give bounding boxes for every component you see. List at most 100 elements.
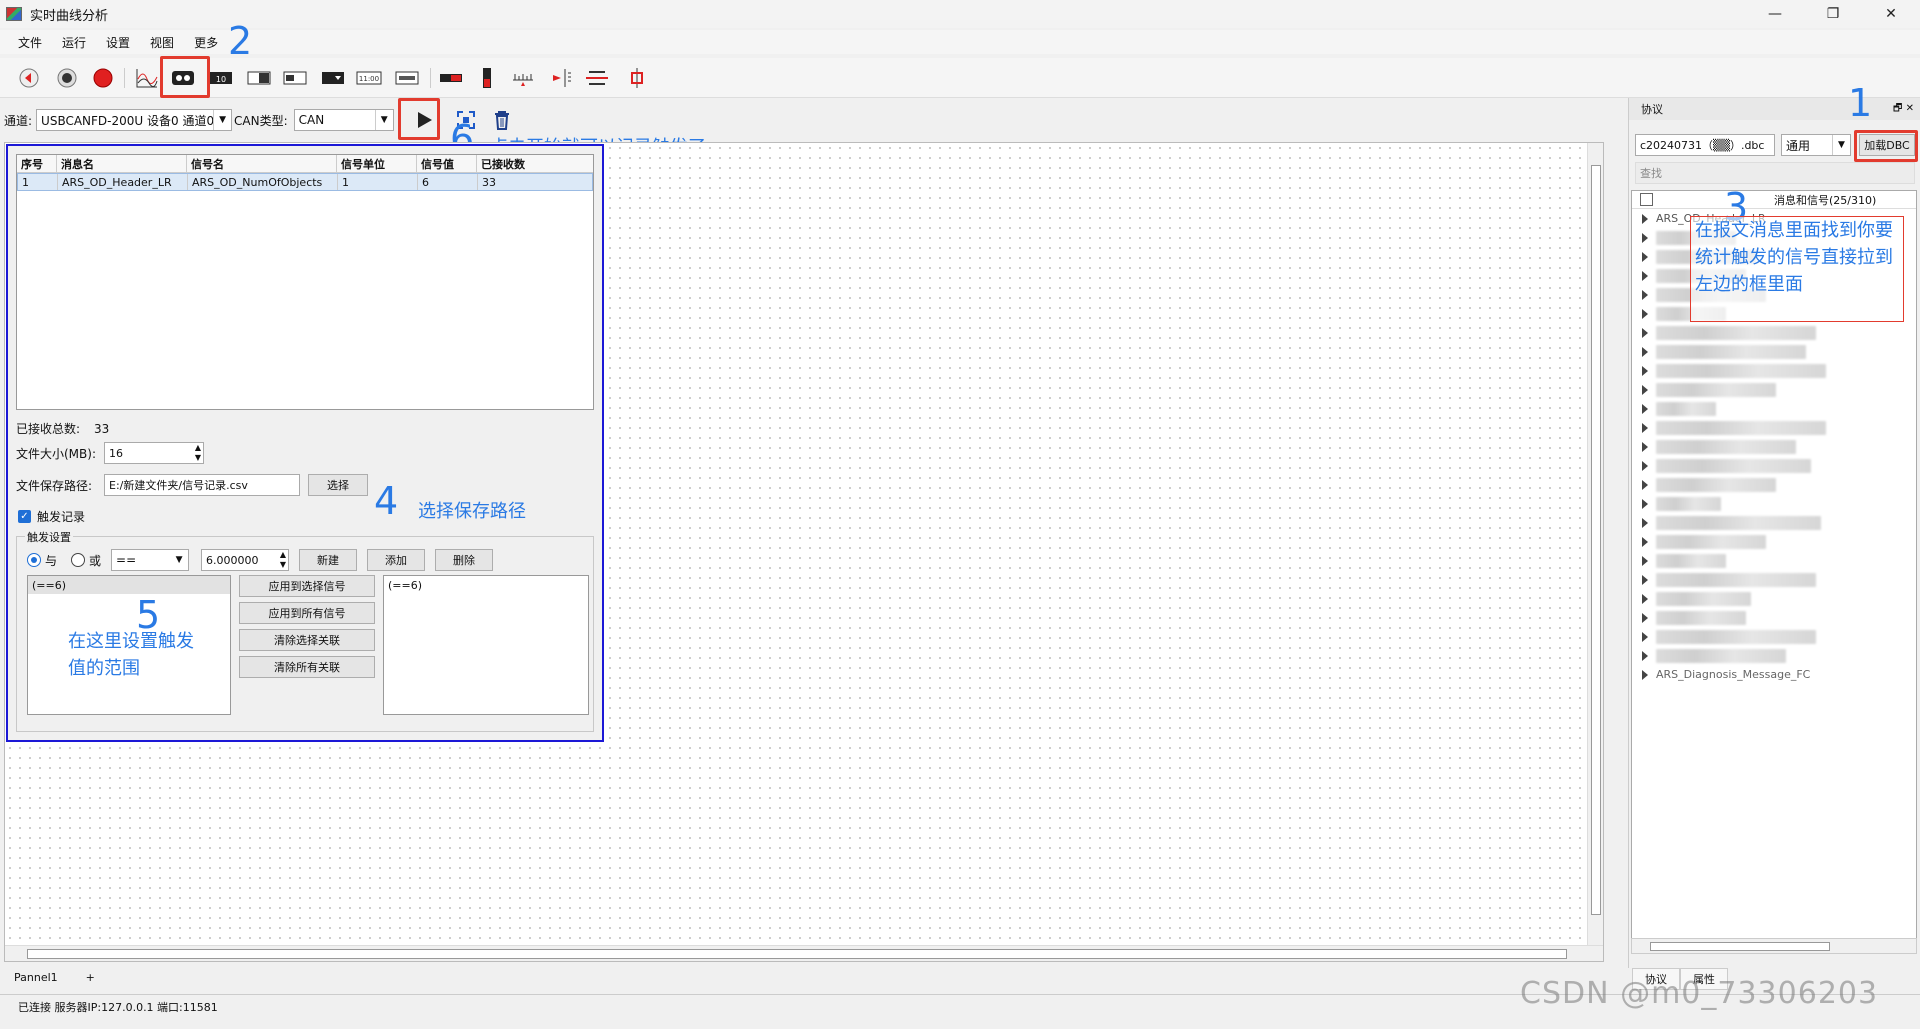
- annotation-number-2: 2: [228, 19, 253, 63]
- search-input[interactable]: 查找: [1635, 162, 1915, 184]
- channel-label: 通道:: [4, 113, 33, 128]
- radio-and[interactable]: [27, 553, 41, 567]
- add-button[interactable]: 添加: [367, 549, 426, 571]
- blurred-name: [1656, 591, 1751, 606]
- blurred-name: [1656, 439, 1796, 454]
- can-type-select[interactable]: CAN ▼: [293, 109, 394, 131]
- channel-value: USBCANFD-200U 设备0 通道0: [41, 113, 215, 128]
- tree-item[interactable]: [1632, 494, 1916, 513]
- blurred-name: [1656, 401, 1716, 416]
- trigger-record-row[interactable]: ✓ 触发记录: [18, 508, 85, 525]
- tree-item[interactable]: [1632, 342, 1916, 361]
- window-controls: — ❐ ✕: [1746, 0, 1920, 28]
- tree-item[interactable]: ARS_Diagnosis_Message_FC: [1632, 665, 1916, 684]
- tree-item[interactable]: [1632, 551, 1916, 570]
- select-all-checkbox[interactable]: [1640, 193, 1653, 206]
- signal-table[interactable]: 序号 消息名 信号名 信号单位 信号值 已接收数 1 ARS_OD_Header…: [16, 154, 594, 410]
- dropdown-icon[interactable]: [320, 66, 346, 90]
- menu-settings[interactable]: 设置: [96, 34, 140, 51]
- plot-horizontal-scrollbar[interactable]: [5, 945, 1603, 961]
- clear-selected-button[interactable]: 清除选择关联: [239, 629, 375, 651]
- bar-v-icon[interactable]: [474, 66, 500, 90]
- checkbox-checked-icon[interactable]: ✓: [18, 510, 31, 523]
- curve-icon[interactable]: [134, 66, 160, 90]
- gauge-icon[interactable]: [394, 66, 420, 90]
- tree-item[interactable]: [1632, 589, 1916, 608]
- tab-pannel1[interactable]: Pannel1: [0, 966, 72, 988]
- expand-icon: [1642, 650, 1648, 661]
- tree-item[interactable]: [1632, 456, 1916, 475]
- cell: ARS_OD_Header_LR: [58, 174, 188, 190]
- ruler-icon[interactable]: [510, 66, 536, 90]
- blurred-name: [1656, 515, 1821, 530]
- back-icon[interactable]: [16, 66, 42, 90]
- col-value: 信号值: [417, 155, 477, 172]
- apply-selected-button[interactable]: 应用到选择信号: [239, 575, 375, 597]
- split-icon[interactable]: [624, 66, 650, 90]
- new-button[interactable]: 新建: [299, 549, 358, 571]
- list-item[interactable]: (==6): [384, 576, 588, 594]
- choose-path-button[interactable]: 选择: [308, 474, 368, 496]
- menu-run[interactable]: 运行: [52, 34, 96, 51]
- can-type-label: CAN类型:: [234, 113, 288, 128]
- restore-button[interactable]: ❐: [1804, 0, 1862, 28]
- blurred-name: [1656, 458, 1811, 473]
- mode-select[interactable]: 通用 ▼: [1781, 134, 1851, 156]
- dbc-file-input[interactable]: c20240731（▒▒）.dbc: [1635, 134, 1775, 156]
- apply-all-button[interactable]: 应用到所有信号: [239, 602, 375, 624]
- menu-file[interactable]: 文件: [8, 34, 52, 51]
- tree-item[interactable]: [1632, 323, 1916, 342]
- threshold-input[interactable]: 6.000000 ▲ ▼: [201, 549, 290, 571]
- table-row[interactable]: 1 ARS_OD_Header_LR ARS_OD_NumOfObjects 1…: [17, 173, 593, 191]
- received-total-value: 33: [94, 421, 110, 436]
- menu-more[interactable]: 更多: [184, 34, 228, 51]
- blurred-name: [1656, 648, 1786, 663]
- plot-vertical-scrollbar[interactable]: [1587, 143, 1603, 961]
- spinner-icon[interactable]: ▲ ▼: [280, 550, 286, 570]
- close-button[interactable]: ✕: [1862, 0, 1920, 28]
- bar-h-icon[interactable]: [438, 66, 464, 90]
- close-panel-icon[interactable]: 🗗 ✕: [1893, 101, 1914, 118]
- expand-icon: [1642, 631, 1648, 642]
- protocol-horizontal-scrollbar[interactable]: [1631, 938, 1917, 954]
- save-path-input[interactable]: E:/新建文件夹/信号记录.csv: [104, 474, 300, 496]
- spinner-icon[interactable]: ▲ ▼: [195, 443, 201, 463]
- stop-record-icon[interactable]: [54, 66, 80, 90]
- tree-item[interactable]: [1632, 361, 1916, 380]
- tree-item[interactable]: [1632, 646, 1916, 665]
- annotation-text-4: 选择保存路径: [418, 501, 526, 522]
- file-size-input[interactable]: 16 ▲ ▼: [104, 442, 204, 464]
- delete-button[interactable]: 删除: [435, 549, 494, 571]
- cell: 33: [482, 175, 496, 189]
- clear-button[interactable]: [488, 106, 516, 134]
- operator-select[interactable]: == ▼: [111, 549, 190, 571]
- cursor-icon[interactable]: [548, 66, 574, 90]
- radio-or[interactable]: [71, 553, 86, 567]
- record-icon[interactable]: [90, 66, 116, 90]
- tree-item[interactable]: [1632, 418, 1916, 437]
- tree-item[interactable]: [1632, 608, 1916, 627]
- tree-item[interactable]: [1632, 475, 1916, 494]
- tree-item[interactable]: [1632, 399, 1916, 418]
- channel-select[interactable]: USBCANFD-200U 设备0 通道0 ▼: [36, 109, 233, 131]
- switch-on-icon[interactable]: [246, 66, 272, 90]
- tree-item[interactable]: [1632, 627, 1916, 646]
- clock-icon[interactable]: 11:00: [356, 66, 382, 90]
- expand-icon: [1642, 270, 1648, 281]
- clear-all-button[interactable]: 清除所有关联: [239, 656, 375, 678]
- expand-icon: [1642, 403, 1648, 414]
- tree-item[interactable]: [1632, 532, 1916, 551]
- value-10-icon[interactable]: 10: [208, 66, 234, 90]
- cut-line-icon[interactable]: [584, 66, 610, 90]
- blurred-name: [1656, 572, 1816, 587]
- minimize-button[interactable]: —: [1746, 0, 1804, 28]
- menu-view[interactable]: 视图: [140, 34, 184, 51]
- tree-item[interactable]: [1632, 380, 1916, 399]
- tree-item[interactable]: [1632, 513, 1916, 532]
- slider-icon[interactable]: [282, 66, 308, 90]
- add-tab-button[interactable]: +: [72, 966, 109, 988]
- list-item[interactable]: (==6): [28, 576, 230, 594]
- tree-item[interactable]: [1632, 437, 1916, 456]
- condition-list-right[interactable]: (==6): [383, 575, 589, 715]
- tree-item[interactable]: [1632, 570, 1916, 589]
